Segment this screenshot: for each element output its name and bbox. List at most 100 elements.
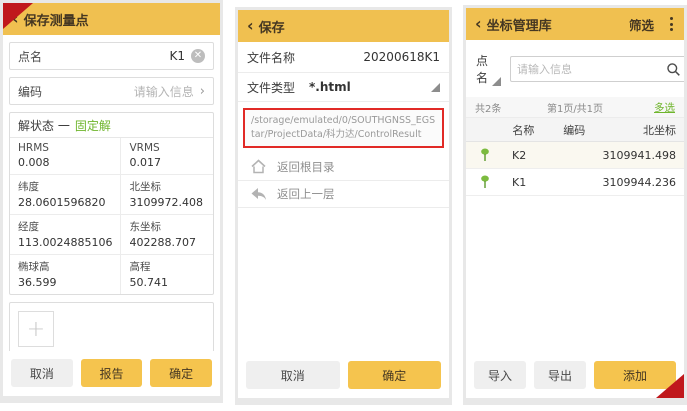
s2-button-bar: 取消 确定 <box>238 353 449 398</box>
vrms-cell: VRMS 0.017 <box>121 138 213 175</box>
elevation-label: 高程 <box>129 259 205 274</box>
longitude-label: 经度 <box>18 219 112 234</box>
search-field-label: 点名 <box>476 52 488 86</box>
nav-root-label: 返回根目录 <box>277 159 335 175</box>
code-label: 编码 <box>18 83 134 100</box>
page-title: 保存测量点 <box>24 10 89 29</box>
current-path-box: /storage/emulated/0/SOUTHGNSS_EGStar/Pro… <box>243 108 444 148</box>
header-coordinate-library: ‹ 坐标管理库 筛选 <box>466 8 684 40</box>
cancel-button[interactable]: 取消 <box>246 361 340 389</box>
row-north: 3109941.498 <box>600 149 676 162</box>
table-header: 名称 编码 北坐标 <box>466 118 684 142</box>
header-save-point: ‹ 保存测量点 <box>3 3 220 35</box>
vrms-label: VRMS <box>129 142 205 154</box>
table-row[interactable]: K2 3109941.498 <box>466 142 684 169</box>
north-cell: 北坐标 3109972.408 <box>121 175 213 215</box>
home-icon <box>250 159 267 174</box>
back-icon[interactable]: ‹ <box>247 18 254 34</box>
point-pin-icon <box>472 148 498 162</box>
add-photo-placeholder[interactable]: + <box>18 311 54 347</box>
header-save: ‹ 保存 <box>238 10 449 42</box>
elevation-value: 50.741 <box>129 276 205 289</box>
col-north: 北坐标 <box>600 122 676 138</box>
solution-status-row: 解状态 一 固定解 <box>10 113 213 138</box>
file-name-label: 文件名称 <box>247 49 295 66</box>
import-button[interactable]: 导入 <box>474 361 526 389</box>
page-indicator: 第1页/共1页 <box>466 100 684 115</box>
hrms-value: 0.008 <box>18 156 112 169</box>
point-name-label: 点名 <box>18 48 169 65</box>
add-button[interactable]: 添加 <box>594 361 676 389</box>
overflow-menu-icon[interactable] <box>668 15 675 33</box>
nav-up-label: 返回上一层 <box>277 186 335 202</box>
latitude-cell: 纬度 28.0601596820 <box>10 175 121 215</box>
north-label: 北坐标 <box>129 179 205 194</box>
latitude-label: 纬度 <box>18 179 112 194</box>
table-row[interactable]: K1 3109944.236 <box>466 169 684 196</box>
save-point-body: 点名 K1 ✕ 编码 请输入信息 › 解状态 一 固定解 HRMS 0.008 <box>3 35 220 391</box>
search-box <box>510 56 684 82</box>
ok-button[interactable]: 确定 <box>150 359 212 387</box>
dropdown-corner-icon[interactable] <box>431 83 440 92</box>
measurement-grid: HRMS 0.008 VRMS 0.017 纬度 28.0601596820 北… <box>10 138 213 294</box>
vrms-value: 0.017 <box>129 156 205 169</box>
row-name: K2 <box>498 149 549 162</box>
col-name: 名称 <box>498 122 549 138</box>
search-field-selector[interactable]: 点名 <box>474 48 503 90</box>
north-value: 3109972.408 <box>129 196 205 209</box>
ok-button[interactable]: 确定 <box>348 361 442 389</box>
hrms-label: HRMS <box>18 142 112 154</box>
dropdown-corner-icon <box>492 77 501 86</box>
file-name-field[interactable]: 文件名称 20200618K1 <box>238 42 449 73</box>
east-cell: 东坐标 402288.707 <box>121 215 213 255</box>
measurement-panel: 解状态 一 固定解 HRMS 0.008 VRMS 0.017 纬度 28.06… <box>9 112 214 295</box>
screen-save-file: ‹ 保存 文件名称 20200618K1 文件类型 *.html /storag… <box>235 7 452 405</box>
east-value: 402288.707 <box>129 236 205 249</box>
ellipsoid-height-label: 椭球高 <box>18 259 112 274</box>
photo-thumb-area: + <box>10 303 213 355</box>
point-pin-icon <box>472 175 498 189</box>
clear-icon[interactable]: ✕ <box>191 49 205 63</box>
export-button[interactable]: 导出 <box>534 361 586 389</box>
back-arrow-icon <box>250 187 267 201</box>
pagination-row: 共2条 第1页/共1页 多选 <box>466 97 684 118</box>
point-name-value: K1 <box>169 49 185 63</box>
code-placeholder: 请输入信息 <box>134 83 194 100</box>
elevation-cell: 高程 50.741 <box>121 255 213 294</box>
row-name: K1 <box>498 176 549 189</box>
nav-up-row[interactable]: 返回上一层 <box>238 181 449 208</box>
file-type-value: *.html <box>309 80 351 94</box>
search-icon[interactable] <box>666 62 681 77</box>
code-field[interactable]: 编码 请输入信息 › <box>9 77 214 105</box>
east-label: 东坐标 <box>129 219 205 234</box>
solution-label: 解状态 一 <box>18 117 70 134</box>
screen-coordinate-library: ‹ 坐标管理库 筛选 点名 共2条 第1页/共1页 多选 <box>463 5 687 405</box>
multiselect-link[interactable]: 多选 <box>654 100 675 115</box>
filter-button[interactable]: 筛选 <box>629 15 654 34</box>
ellipsoid-height-cell: 椭球高 36.599 <box>10 255 121 294</box>
chevron-right-icon: › <box>200 84 205 99</box>
screen-save-point: ‹ 保存测量点 点名 K1 ✕ 编码 请输入信息 › 解状态 一 固定解 <box>0 0 223 403</box>
s1-button-bar: 取消 报告 确定 <box>3 351 220 396</box>
row-north: 3109944.236 <box>600 176 676 189</box>
longitude-value: 113.0024885106 <box>18 236 112 249</box>
ellipsoid-height-value: 36.599 <box>18 276 112 289</box>
report-button[interactable]: 报告 <box>81 359 143 387</box>
back-icon[interactable]: ‹ <box>475 16 482 32</box>
file-type-label: 文件类型 <box>247 79 295 96</box>
point-name-field[interactable]: 点名 K1 ✕ <box>9 42 214 70</box>
file-name-value: 20200618K1 <box>363 50 440 64</box>
col-code: 编码 <box>549 122 600 138</box>
s3-button-bar: 导入 导出 添加 <box>466 353 684 398</box>
latitude-value: 28.0601596820 <box>18 196 112 209</box>
page-title: 保存 <box>259 17 285 36</box>
search-row: 点名 <box>466 40 684 97</box>
hrms-cell: HRMS 0.008 <box>10 138 121 175</box>
file-type-field[interactable]: 文件类型 *.html <box>238 73 449 102</box>
page-title: 坐标管理库 <box>487 15 552 34</box>
solution-value: 固定解 <box>75 117 111 134</box>
longitude-cell: 经度 113.0024885106 <box>10 215 121 255</box>
search-input[interactable] <box>517 63 662 76</box>
nav-root-row[interactable]: 返回根目录 <box>238 154 449 181</box>
cancel-button[interactable]: 取消 <box>11 359 73 387</box>
